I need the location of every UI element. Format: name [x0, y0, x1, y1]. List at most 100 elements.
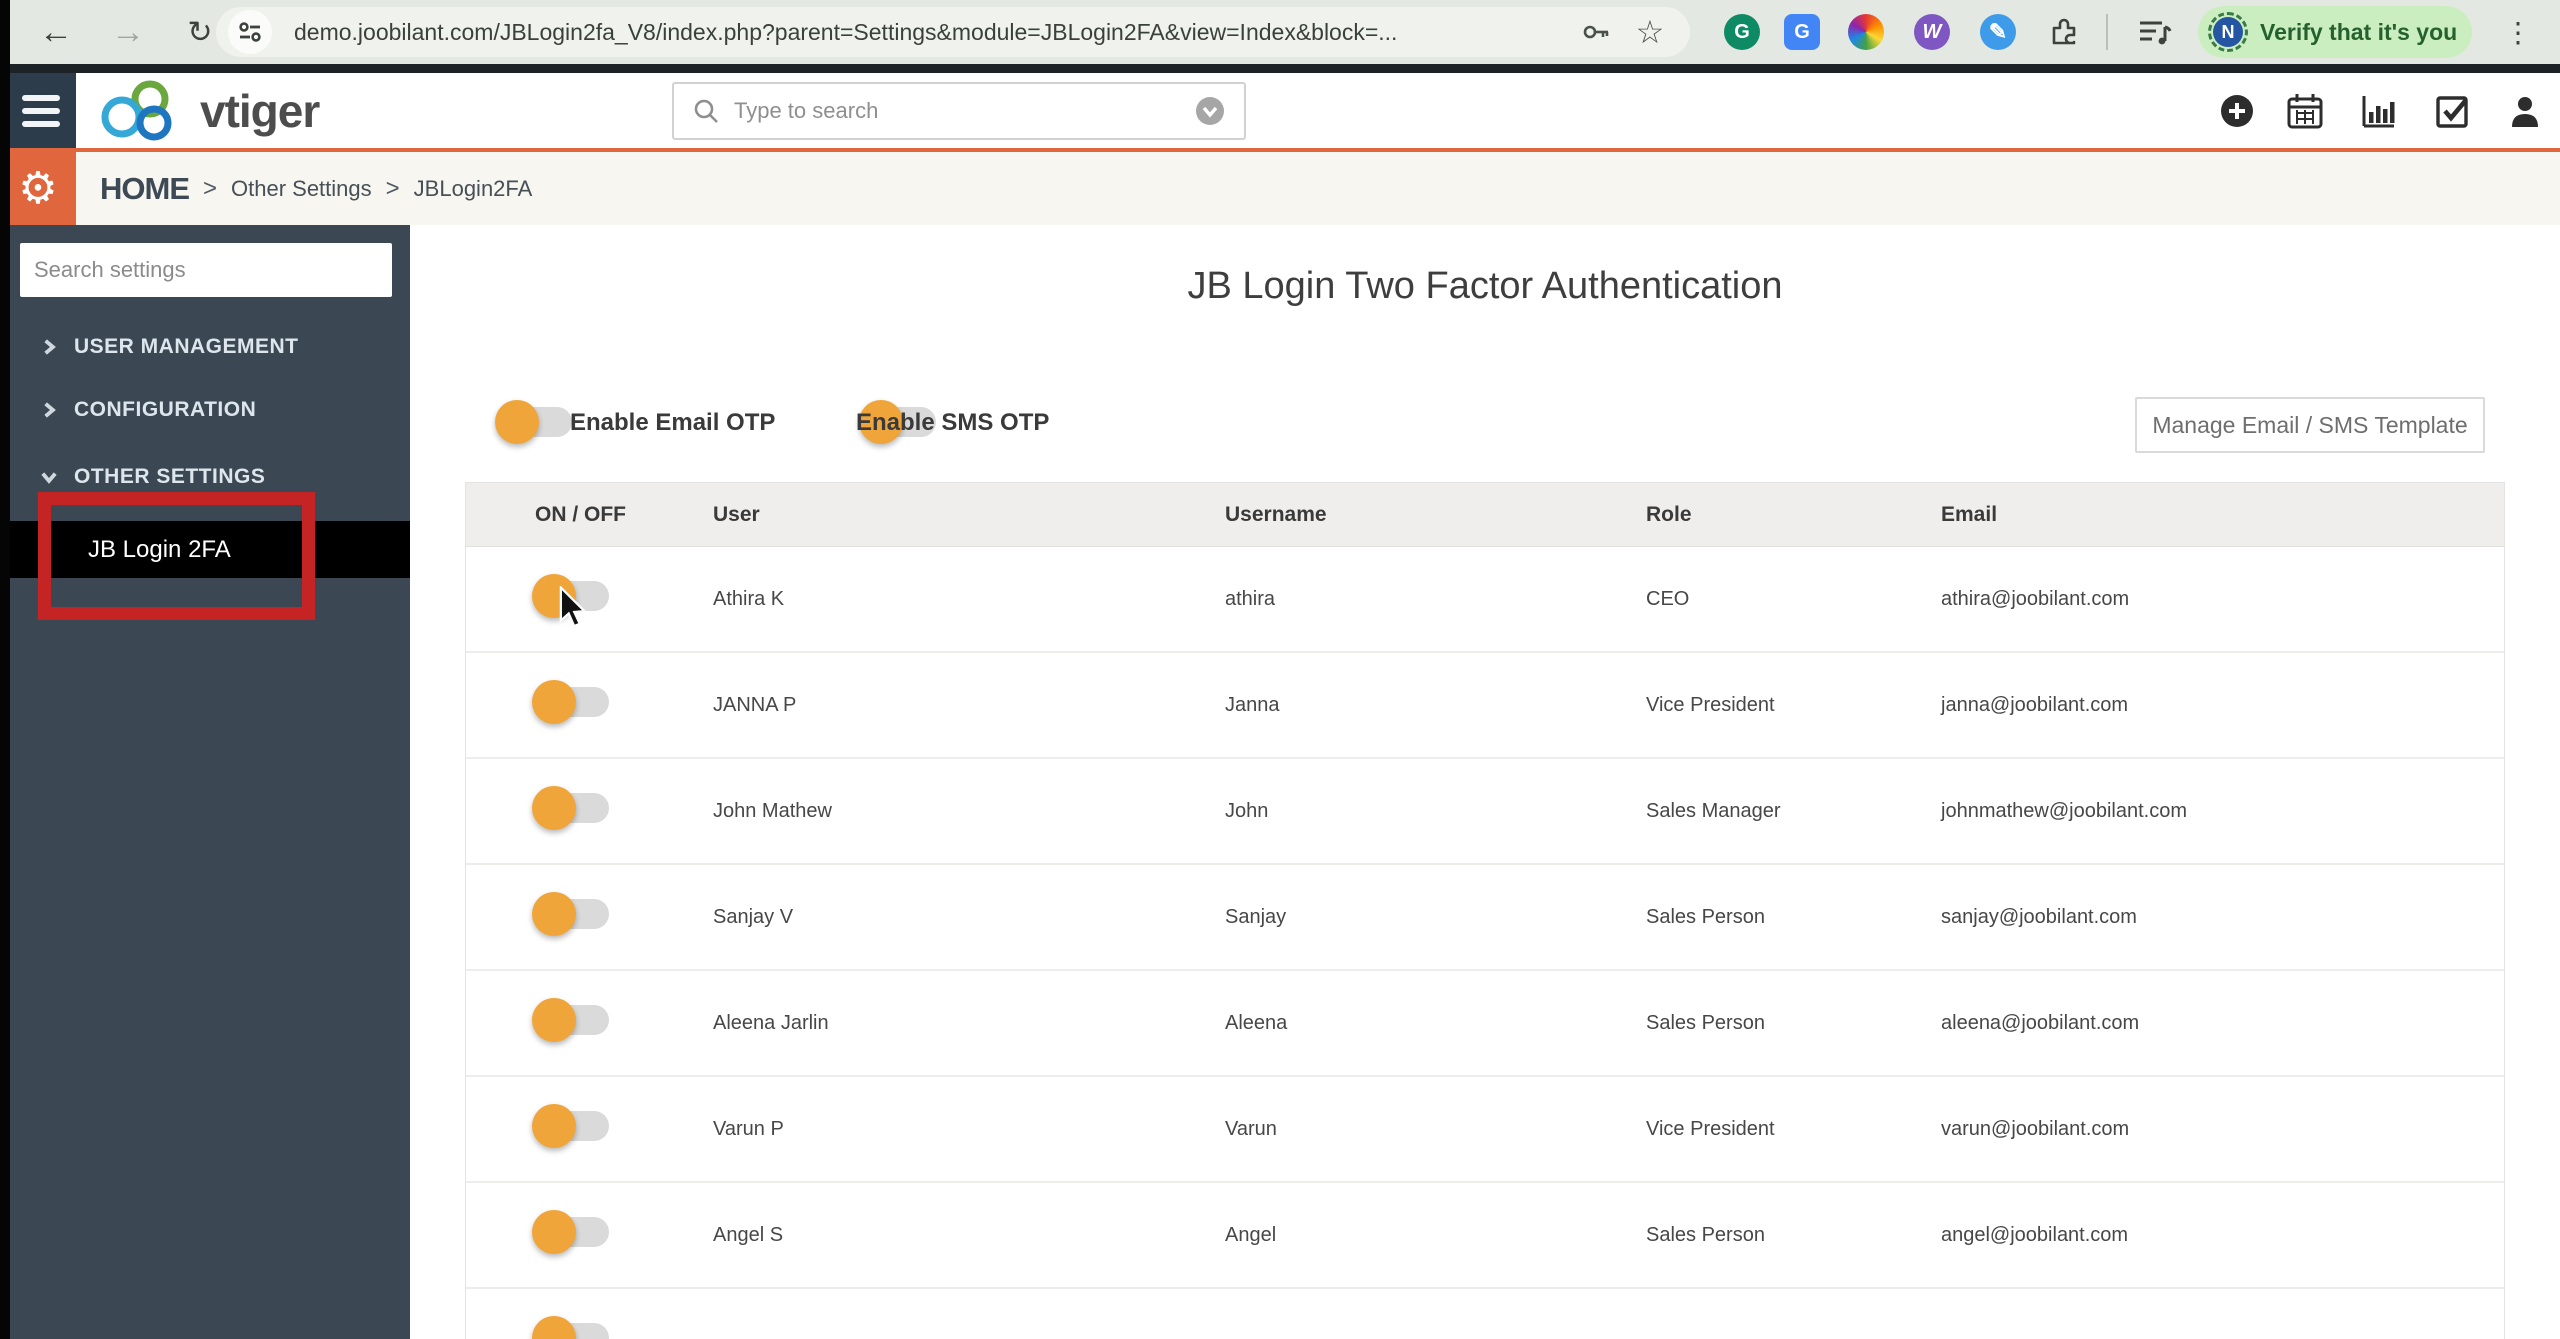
- reading-list-icon[interactable]: [2132, 14, 2176, 50]
- column-header: ON / OFF: [535, 503, 713, 527]
- sidebar-section-label: USER MANAGEMENT: [74, 335, 299, 359]
- sidebar-section-label: OTHER SETTINGS: [74, 465, 265, 489]
- toggle-knob: [532, 786, 576, 830]
- cell-role: Vice President: [1646, 1118, 1941, 1141]
- table-header-row: ON / OFFUserUsernameRoleEmail: [466, 483, 2504, 547]
- toggle-knob: [532, 1316, 576, 1339]
- row-toggle[interactable]: [535, 581, 609, 611]
- email-otp-label: Enable Email OTP: [570, 393, 775, 453]
- brand-name: vtiger: [200, 84, 319, 138]
- cell-email: johnmathew@joobilant.com: [1941, 800, 2504, 823]
- reports-chart-icon[interactable]: [2350, 73, 2406, 148]
- breadcrumb-section[interactable]: Other Settings: [231, 176, 372, 202]
- cell-role: Sales Person: [1646, 906, 1941, 929]
- cell-email: angel@joobilant.com: [1941, 1224, 2504, 1247]
- site-info-icon[interactable]: [228, 10, 272, 54]
- cell-email: aleena@joobilant.com: [1941, 1012, 2504, 1035]
- password-key-icon[interactable]: [1574, 14, 1618, 50]
- weava-extension-icon[interactable]: W: [1914, 14, 1950, 50]
- tasks-checkbox-icon[interactable]: [2425, 73, 2481, 148]
- toggle-knob: [532, 680, 576, 724]
- column-header: Role: [1646, 503, 1941, 527]
- table-row-partial: [466, 1289, 2504, 1339]
- table-row: Sanjay VSanjaySales Personsanjay@joobila…: [466, 865, 2504, 971]
- cell-username: athira: [1225, 588, 1646, 611]
- extensions-puzzle-icon[interactable]: [2044, 14, 2084, 50]
- breadcrumb-home[interactable]: HOME: [100, 171, 189, 207]
- cell-username: Angel: [1225, 1224, 1646, 1247]
- row-toggle[interactable]: [535, 899, 609, 929]
- google-translate-extension-icon[interactable]: G: [1784, 14, 1820, 50]
- cell-toggle: [535, 793, 713, 829]
- table-row: Varun PVarunVice Presidentvarun@joobilan…: [466, 1077, 2504, 1183]
- cell-toggle: [535, 687, 713, 723]
- profile-avatar: N: [2208, 12, 2248, 52]
- sms-otp-label: Enable SMS OTP: [856, 393, 1049, 453]
- red-highlight-annotation: [38, 492, 315, 620]
- breadcrumb-bar: ⚙ HOME > Other Settings > JBLogin2FA: [0, 152, 2560, 225]
- row-toggle[interactable]: [535, 1111, 609, 1141]
- manage-template-button[interactable]: Manage Email / SMS Template: [2135, 397, 2485, 453]
- sidebar-section-user-management[interactable]: USER MANAGEMENT: [0, 323, 410, 371]
- bookmark-star-icon[interactable]: ☆: [1628, 14, 1672, 50]
- cell-user: Aleena Jarlin: [713, 1012, 1225, 1035]
- search-icon: [692, 97, 720, 125]
- address-bar[interactable]: demo.joobilant.com/JBLogin2fa_V8/index.p…: [216, 7, 1690, 57]
- cell-role: CEO: [1646, 588, 1941, 611]
- column-header: User: [713, 503, 1225, 527]
- toggle-knob: [532, 892, 576, 936]
- table-row: Aleena JarlinAleenaSales Personaleena@jo…: [466, 971, 2504, 1077]
- chevron-down-icon: [40, 468, 60, 486]
- column-header: Username: [1225, 503, 1646, 527]
- grammarly-extension-icon[interactable]: G: [1724, 14, 1760, 50]
- vtiger-cloud-icon: [92, 79, 192, 143]
- cell-role: Vice President: [1646, 694, 1941, 717]
- breadcrumb: HOME > Other Settings > JBLogin2FA: [100, 152, 532, 225]
- toggle-knob: [495, 400, 539, 444]
- row-toggle[interactable]: [535, 1323, 609, 1339]
- search-scope-dropdown-icon[interactable]: [1194, 95, 1226, 127]
- column-header: Email: [1941, 503, 2504, 527]
- chevron-right-icon: [40, 401, 60, 419]
- global-search-box[interactable]: [672, 82, 1246, 140]
- toggle-knob: [532, 998, 576, 1042]
- cell-email: varun@joobilant.com: [1941, 1118, 2504, 1141]
- calendar-icon[interactable]: [2277, 73, 2333, 148]
- verify-identity-button[interactable]: N Verify that it's you: [2198, 6, 2472, 58]
- row-toggle[interactable]: [535, 793, 609, 823]
- browser-menu-icon[interactable]: ⋮: [2498, 0, 2538, 64]
- back-icon[interactable]: ←: [28, 0, 84, 64]
- cell-username: Varun: [1225, 1118, 1646, 1141]
- screen: ← → ↻ demo.joobilant.com/JBLogin2fa_V8/i…: [0, 0, 2560, 1339]
- cell-email: janna@joobilant.com: [1941, 694, 2504, 717]
- cell-user: Varun P: [713, 1118, 1225, 1141]
- url-text[interactable]: demo.joobilant.com/JBLogin2fa_V8/index.p…: [294, 7, 1397, 57]
- row-toggle[interactable]: [535, 1217, 609, 1247]
- email-otp-toggle[interactable]: [498, 407, 572, 437]
- toolbar-divider: [0, 64, 2560, 73]
- settings-search-input[interactable]: [20, 243, 392, 297]
- page-title: JB Login Two Factor Authentication: [465, 265, 2505, 308]
- sidebar-section-configuration[interactable]: CONFIGURATION: [0, 386, 410, 434]
- cell-username: John: [1225, 800, 1646, 823]
- global-search-input[interactable]: [732, 97, 1194, 125]
- color-wheel-extension-icon[interactable]: [1848, 14, 1884, 50]
- pen-extension-icon[interactable]: ✎: [1980, 14, 2016, 50]
- chevron-right-icon: [40, 338, 60, 356]
- hamburger-menu-button[interactable]: [0, 73, 76, 148]
- main-content: JB Login Two Factor Authentication Enabl…: [410, 225, 2560, 1339]
- quick-create-icon[interactable]: [2209, 73, 2265, 148]
- settings-gear-icon[interactable]: ⚙: [0, 152, 76, 225]
- row-toggle[interactable]: [535, 687, 609, 717]
- table-body: Athira KathiraCEOathira@joobilant.comJAN…: [466, 547, 2504, 1339]
- verify-label: Verify that it's you: [2260, 19, 2457, 46]
- user-profile-icon[interactable]: [2497, 73, 2553, 148]
- cell-user: Sanjay V: [713, 906, 1225, 929]
- cell-role: Sales Person: [1646, 1012, 1941, 1035]
- breadcrumb-page[interactable]: JBLogin2FA: [414, 176, 533, 202]
- app-header: vtiger: [0, 73, 2560, 152]
- forward-icon[interactable]: →: [100, 0, 156, 64]
- vtiger-logo[interactable]: vtiger: [92, 79, 319, 143]
- row-toggle[interactable]: [535, 1005, 609, 1035]
- cell-role: Sales Person: [1646, 1224, 1941, 1247]
